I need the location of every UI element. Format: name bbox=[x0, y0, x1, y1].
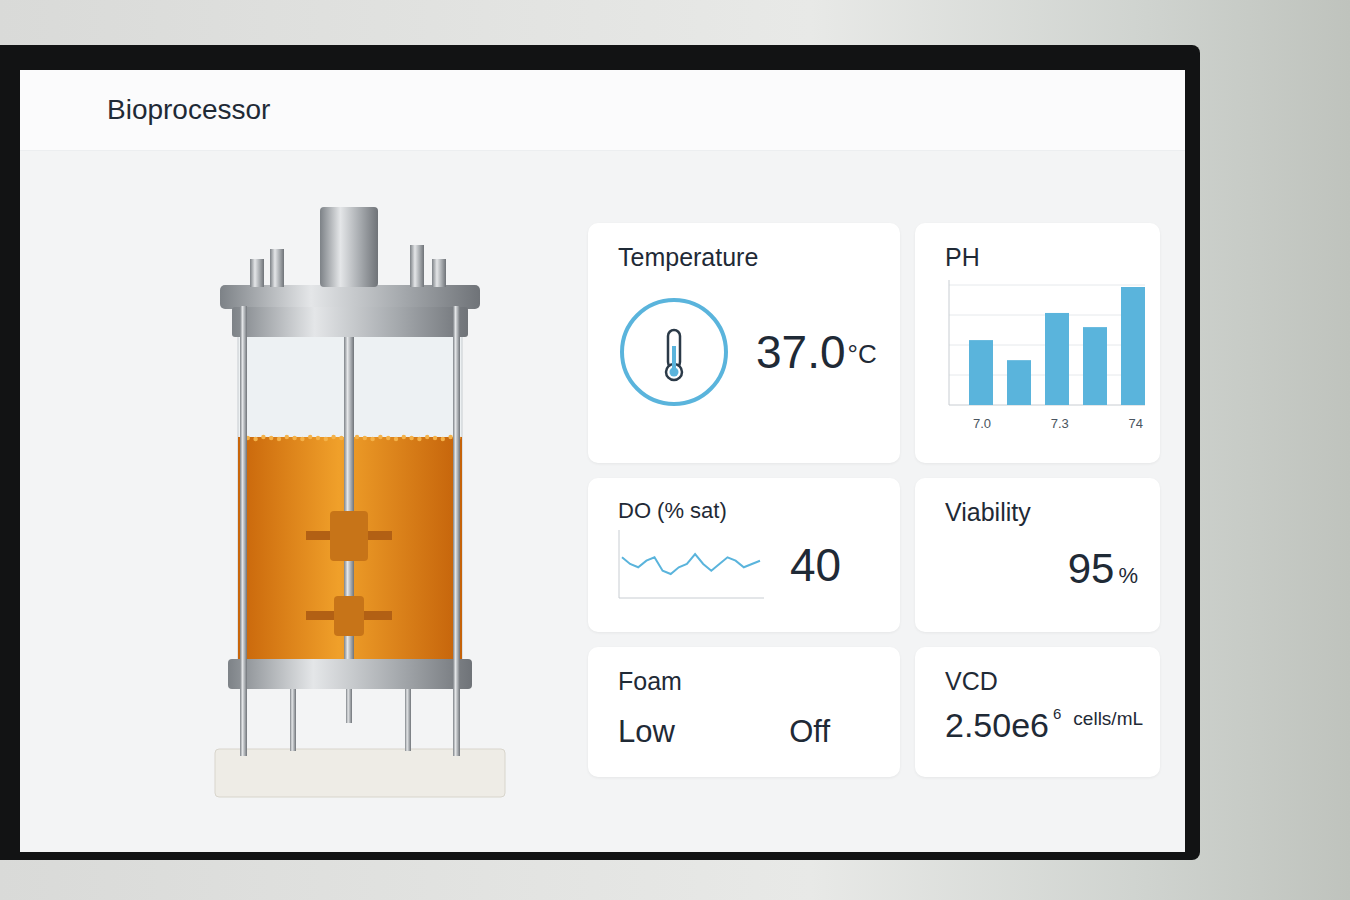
foam-level: Low bbox=[618, 714, 675, 750]
viability-unit: % bbox=[1118, 563, 1138, 589]
temperature-unit: °C bbox=[848, 339, 877, 370]
ph-tick: 74 bbox=[1129, 416, 1143, 431]
do-sparkline bbox=[618, 530, 764, 600]
card-label: Foam bbox=[618, 667, 880, 696]
ph-axis: 7.0 7.3 74 bbox=[945, 416, 1143, 431]
vcd-card: VCD 2.50e6 6 cells/mL bbox=[915, 647, 1160, 777]
vcd-superscript: 6 bbox=[1053, 706, 1061, 721]
do-value: 40 bbox=[790, 538, 841, 592]
temperature-card: Temperature 37.0°C bbox=[588, 223, 900, 463]
ph-card: PH 7.0 7.3 74 bbox=[915, 223, 1160, 463]
ph-bar bbox=[969, 340, 993, 405]
card-label: PH bbox=[945, 243, 1140, 272]
viability-card: Viability 95% bbox=[915, 478, 1160, 632]
ph-bar bbox=[1121, 287, 1145, 405]
metric-grid: Temperature 37.0°C PH 7.0 7.3 74 DO (% sat) 40 V… bbox=[588, 223, 1160, 777]
foam-state: Off bbox=[789, 714, 830, 750]
dissolved-oxygen-card: DO (% sat) 40 bbox=[588, 478, 900, 632]
vcd-value: 2.50e6 bbox=[945, 706, 1049, 745]
bioreactor-picture bbox=[210, 201, 510, 801]
foam-card: Foam Low Off bbox=[588, 647, 900, 777]
office-background: Bioprocessor Temperature 37.0°C PH 7.0 7.3 74 D… bbox=[0, 0, 1350, 900]
card-label: Temperature bbox=[618, 243, 880, 272]
ph-bar-chart bbox=[945, 280, 1145, 410]
screen: Bioprocessor Temperature 37.0°C PH 7.0 7.3 74 D… bbox=[20, 70, 1185, 852]
ph-tick: 7.3 bbox=[1051, 416, 1069, 431]
dashboard: Temperature 37.0°C PH 7.0 7.3 74 DO (% sat) 40 V… bbox=[20, 151, 1185, 852]
app-header: Bioprocessor bbox=[20, 70, 1185, 151]
card-label: Viability bbox=[945, 498, 1140, 527]
ph-bar bbox=[1083, 327, 1107, 405]
vcd-unit: cells/mL bbox=[1073, 708, 1143, 730]
thermometer-icon bbox=[618, 296, 730, 408]
viability-value: 95 bbox=[1068, 545, 1115, 593]
ph-tick: 7.0 bbox=[973, 416, 991, 431]
temperature-value: 37.0 bbox=[756, 325, 846, 379]
app-title: Bioprocessor bbox=[107, 94, 270, 126]
monitor: Bioprocessor Temperature 37.0°C PH 7.0 7.3 74 D… bbox=[0, 45, 1200, 860]
ph-bar bbox=[1007, 360, 1031, 405]
card-label: VCD bbox=[945, 667, 1140, 696]
card-label: DO (% sat) bbox=[618, 498, 880, 524]
ph-bar bbox=[1045, 313, 1069, 405]
bioreactor-icon bbox=[210, 201, 510, 801]
